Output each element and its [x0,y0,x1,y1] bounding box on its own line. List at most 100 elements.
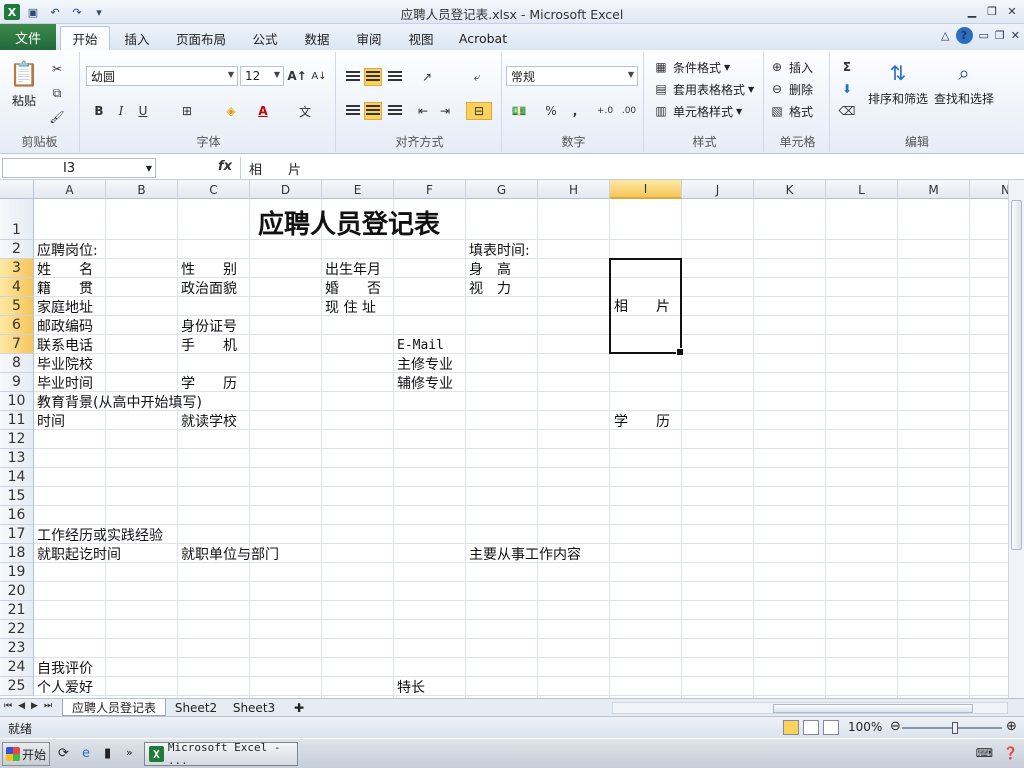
cell-a25[interactable]: 个人爱好 [37,679,93,697]
format-painter-icon[interactable]: 🖌 [48,108,66,126]
column-header-a[interactable]: A [34,180,106,199]
sheet-tab-2[interactable]: Sheet2 [170,699,222,716]
font-color-icon[interactable]: A [254,102,272,120]
cell-a5[interactable]: 家庭地址 [37,299,93,317]
name-box[interactable]: I3 ▼ [2,158,156,178]
phonetic-icon[interactable]: 文 [296,102,314,120]
align-top-icon[interactable] [344,68,362,86]
cell-a17[interactable]: 工作经历或实践经验 [37,527,163,545]
cell-f25[interactable]: 特长 [397,679,425,697]
column-header-m[interactable]: M [898,180,970,199]
formula-input[interactable]: 相 片 [240,157,1012,179]
tab-file[interactable]: 文件 [0,24,56,50]
column-header-c[interactable]: C [178,180,250,199]
orientation-icon[interactable]: ↗ [418,68,436,86]
doc-restore-icon[interactable]: ❐ [995,29,1005,42]
cell-c7[interactable]: 手 机 [181,337,237,355]
tab-home[interactable]: 开始 [60,26,110,50]
cell-f9[interactable]: 辅修专业 [397,375,453,393]
quicklaunch-icon[interactable]: ⟳ [58,746,69,761]
align-left-icon[interactable] [344,102,362,120]
row-header-21[interactable]: 21 [0,601,34,620]
more-icon[interactable]: » [126,746,133,759]
fill-color-icon[interactable]: ◈ [222,102,240,120]
row-header-17[interactable]: 17 [0,525,34,544]
browser-icon[interactable]: e [82,746,90,761]
start-button[interactable]: 开始 [2,742,50,766]
row-header-2[interactable]: 2 [0,240,34,259]
row-header-10[interactable]: 10 [0,392,34,411]
next-sheet-icon[interactable]: ▶ [31,701,38,711]
cell-c18[interactable]: 就职单位与部门 [181,546,279,564]
last-sheet-icon[interactable]: ⏭ [44,701,52,711]
cut-icon[interactable]: ✂ [48,60,66,78]
cell-a24[interactable]: 自我评价 [37,660,93,678]
decrease-indent-icon[interactable]: ⇤ [414,102,432,120]
cell-c3[interactable]: 性 别 [181,261,237,279]
new-sheet-icon[interactable]: ✚ [286,699,312,716]
minimize-icon[interactable]: ▁ [962,2,982,20]
row-header-4[interactable]: 4 [0,278,34,297]
horizontal-scroll-thumb[interactable] [773,704,973,713]
cell-c11[interactable]: 就读学校 [181,413,237,431]
select-all-corner[interactable] [0,180,34,199]
selected-cell-i3[interactable] [609,258,684,356]
cell-a18[interactable]: 就职起讫时间 [37,546,121,564]
column-header-i[interactable]: I [610,180,682,199]
cell-styles-button[interactable]: ▥ 单元格样式 ▼ [652,102,742,120]
decrease-font-icon[interactable]: A↓ [310,67,328,85]
row-header-22[interactable]: 22 [0,620,34,639]
cell-e3[interactable]: 出生年月 [325,261,381,279]
bold-button[interactable]: B [90,102,108,120]
column-header-l[interactable]: L [826,180,898,199]
cell-a9[interactable]: 毕业时间 [37,375,93,393]
cell-a10[interactable]: 教育背景(从高中开始填写) [37,394,202,412]
italic-button[interactable]: I [112,102,130,120]
tab-insert[interactable]: 插入 [114,26,160,50]
tab-review[interactable]: 审阅 [348,26,390,50]
tab-formulas[interactable]: 公式 [244,26,286,50]
tab-data[interactable]: 数据 [296,26,338,50]
cell-e5[interactable]: 现 住 址 [325,299,376,317]
help-tray-icon[interactable]: ❓ [1003,746,1018,760]
cell-a4[interactable]: 籍 贯 [37,280,93,298]
underline-button[interactable]: U [134,102,152,120]
wrap-text-icon[interactable]: ⤶ [468,68,486,86]
insert-function-button[interactable]: fx [218,159,232,174]
sheet-tab-3[interactable]: Sheet3 [228,699,280,716]
format-cells-button[interactable]: ▧ 格式 [768,102,813,120]
column-header-b[interactable]: B [106,180,178,199]
zoom-level[interactable]: 100% [848,720,882,734]
merge-center-icon[interactable]: ⊟ [466,102,492,120]
cell-g3[interactable]: 身 高 [469,261,511,279]
row-header-8[interactable]: 8 [0,354,34,373]
taskbar-excel-button[interactable]: X Microsoft Excel - ... [144,741,298,767]
column-header-h[interactable]: H [538,180,610,199]
tab-page-layout[interactable]: 页面布局 [168,26,234,50]
cell-c4[interactable]: 政治面貌 [181,280,237,298]
normal-view-icon[interactable] [783,720,799,735]
row-header-3[interactable]: 3 [0,259,34,278]
cell-a6[interactable]: 邮政编码 [37,318,93,336]
row-header-5[interactable]: 5 [0,297,34,316]
cell-f8[interactable]: 主修专业 [397,356,453,374]
close-icon[interactable]: ✕ [1002,2,1022,20]
row-header-20[interactable]: 20 [0,582,34,601]
fill-icon[interactable]: ⬇ [838,80,856,98]
cell-g4[interactable]: 视 力 [469,280,511,298]
accounting-icon[interactable]: 💵 [510,102,528,120]
row-header-14[interactable]: 14 [0,468,34,487]
increase-indent-icon[interactable]: ⇥ [436,102,454,120]
column-header-f[interactable]: F [394,180,466,199]
row-header-13[interactable]: 13 [0,449,34,468]
increase-font-icon[interactable]: A↑ [287,67,306,85]
format-as-table-button[interactable]: ▤ 套用表格格式 ▼ [652,80,754,98]
font-name-dropdown[interactable]: 幼圆 ▼ [86,66,238,86]
borders-icon[interactable]: ⊞ [178,102,196,120]
cell-i11[interactable]: 学 历 [614,413,670,431]
doc-minimize-icon[interactable]: ▭ [979,29,989,42]
cell-c6[interactable]: 身份证号 [181,318,237,336]
percent-button[interactable]: % [542,102,560,120]
cell-a7[interactable]: 联系电话 [37,337,93,355]
zoom-in-icon[interactable]: ⊕ [1006,719,1017,734]
